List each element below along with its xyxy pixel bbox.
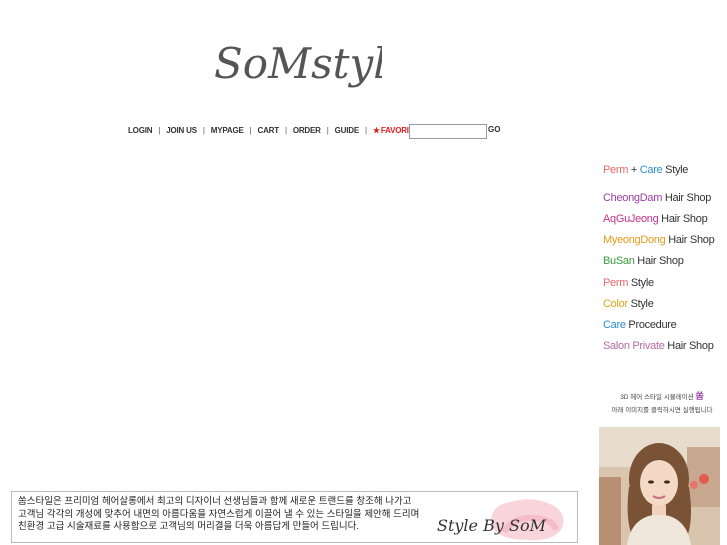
top-nav: LOGIN | JOIN US | MYPAGE | CART | ORDER … (128, 123, 419, 137)
sidebar-perm-word: Perm (603, 164, 629, 176)
go-button[interactable]: GO (488, 125, 500, 134)
nav-separator: | (249, 125, 252, 135)
promo-line-1-prefix: 3D 헤어 스타일 시뮬레이션 (620, 394, 694, 401)
simulation-promo: 3D 헤어 스타일 시뮬레이션 쏨 아래 이미지를 클릭하시면 실행됩니다 (600, 390, 724, 417)
nav-separator: | (202, 125, 205, 135)
description-text: 쏨스타일은 프리미엄 헤어살롱에서 최고의 디자이너 선생님들과 함께 새로운 … (18, 496, 419, 534)
sidebar-link-key: Color (603, 298, 628, 310)
sidebar-link-key: MyeongDong (603, 234, 666, 246)
sidebar-link-rest: Style (630, 298, 654, 310)
plus-sign: + (630, 164, 637, 176)
search-input[interactable] (409, 124, 487, 139)
nav-separator: | (284, 125, 287, 135)
nav-separator: | (158, 125, 161, 135)
sidebar-item-salon-private[interactable]: Salon Private Hair Shop (603, 340, 714, 352)
sidebar-link-key: Perm (603, 277, 629, 289)
sidebar-item-perm-style[interactable]: Perm Style (603, 277, 654, 289)
sidebar-link-rest: Hair Shop (667, 340, 714, 352)
description-box: 쏨스타일은 프리미엄 헤어살롱에서 최고의 디자이너 선생님들과 함께 새로운 … (11, 491, 578, 543)
sidebar-link-rest: Hair Shop (661, 213, 708, 225)
promo-highlight: 쏨 (695, 391, 704, 401)
sidebar-care-word: Care (639, 164, 663, 176)
sidebar-link-rest: Hair Shop (637, 255, 684, 267)
star-icon: ★ (372, 125, 380, 135)
logo-text: SoMstyle (214, 39, 382, 88)
description-line: 고객님 각각의 개성에 맞추어 내면의 아름다움을 자연스럽게 이끌어 낼 수 … (18, 508, 420, 520)
somstyle-logo[interactable]: SoMstyle (212, 28, 412, 94)
nav-separator: | (364, 125, 367, 135)
sidebar-link-rest: Hair Shop (664, 192, 712, 204)
sidebar-style-word: Style (665, 164, 689, 176)
sidebar-item-cheongdam[interactable]: CheongDam Hair Shop (603, 192, 711, 204)
nav-guide[interactable]: GUIDE (335, 126, 360, 135)
sidebar-link-rest: Hair Shop (668, 234, 715, 246)
sidebar-link-key: BuSan (603, 255, 635, 267)
sidebar-item-care-procedure[interactable]: Care Procedure (603, 319, 677, 331)
nav-separator: | (326, 125, 329, 135)
sidebar-link-key: Care (603, 319, 626, 331)
sidebar-item-perm-care-style[interactable]: Perm + Care Style (603, 164, 688, 176)
sidebar-item-aqgujeong[interactable]: AqGuJeong Hair Shop (603, 213, 708, 225)
sidebar-item-busan[interactable]: BuSan Hair Shop (603, 255, 684, 267)
logo-graphic: SoMstyle (214, 39, 412, 88)
description-line: 친환경 고급 시술재료를 사용함으로 고객님의 머리결을 더욱 아름답게 만들어… (18, 521, 360, 532)
model-photo[interactable] (599, 427, 720, 545)
nav-login[interactable]: LOGIN (128, 126, 153, 135)
sidebar-item-color-style[interactable]: Color Style (603, 298, 654, 310)
sidebar-item-myeongdong[interactable]: MyeongDong Hair Shop (603, 234, 715, 246)
promo-line-2: 아래 이미지를 클릭하시면 실행됩니다 (611, 407, 713, 414)
nav-join-us[interactable]: JOIN US (166, 126, 197, 135)
description-line: 쏨스타일은 프리미엄 헤어살롱에서 최고의 디자이너 선생님들과 함께 새로운 … (18, 496, 412, 507)
nav-order[interactable]: ORDER (293, 126, 321, 135)
nav-mypage[interactable]: MYPAGE (211, 126, 244, 135)
model-photo-graphic (599, 427, 720, 545)
promo-line-1: 3D 헤어 스타일 시뮬레이션 쏨 (600, 390, 724, 404)
sidebar-link-key: AqGuJeong (603, 213, 659, 225)
sidebar-link-rest: Style (630, 277, 654, 289)
nav-cart[interactable]: CART (258, 126, 280, 135)
style-by-som-signature: Style By SoM (437, 516, 546, 535)
sidebar-link-key: Salon Private (603, 340, 665, 352)
sidebar-link-key: CheongDam (603, 192, 663, 204)
sidebar-link-rest: Procedure (628, 319, 677, 331)
